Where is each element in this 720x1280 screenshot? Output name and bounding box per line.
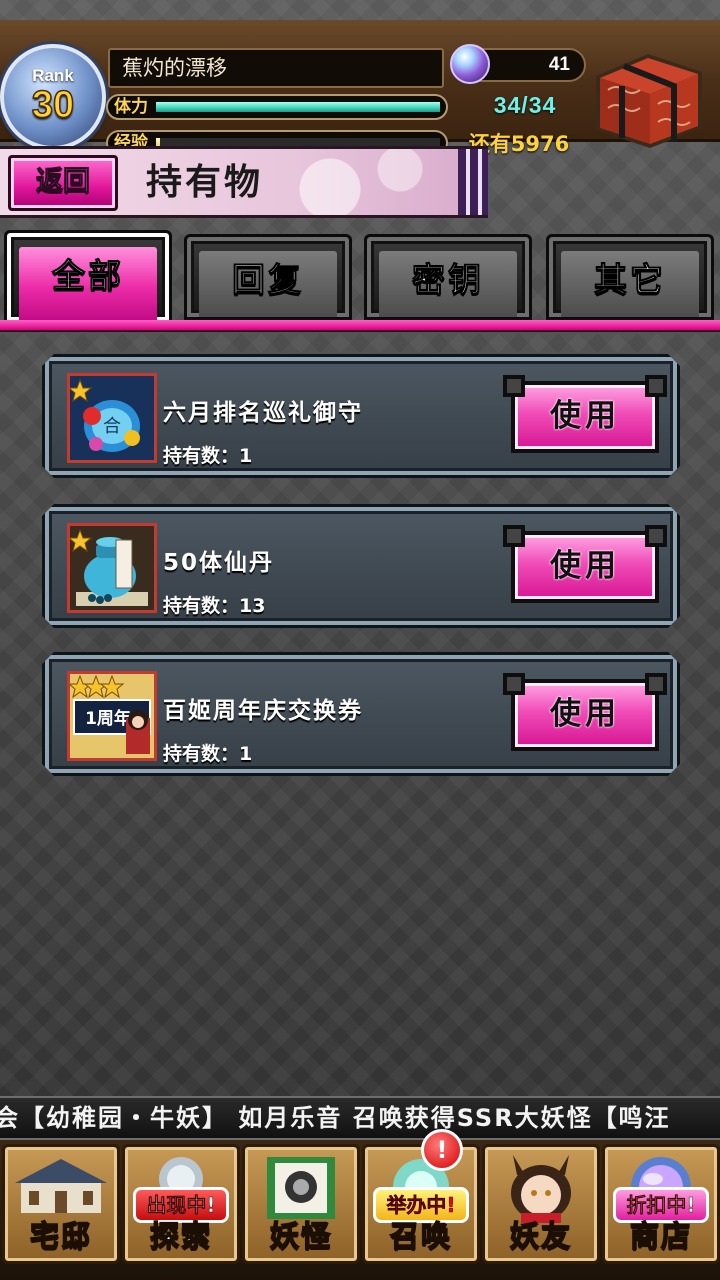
nav-summon[interactable]: 举办中! ! 召唤 (362, 1129, 480, 1264)
rank-value: 30 (31, 83, 75, 127)
item-chest-icon[interactable] (586, 42, 710, 152)
nav-label: 召唤 (389, 1218, 452, 1254)
tab-recovery[interactable]: 回复 (184, 234, 352, 320)
stamina-bar: 体力 (106, 94, 448, 120)
item-count: 持有数：13 (163, 595, 266, 617)
list-item: 1周年 百姬周年庆交换券 持有数：1 使用 (42, 652, 680, 776)
orb-count: 41 (548, 54, 570, 75)
banner-stripe (458, 149, 488, 215)
rank-label: Rank (32, 66, 74, 85)
item-name: 百姬周年庆交换券 (163, 698, 363, 724)
tab-label: 密钥 (412, 260, 484, 300)
item-count: 持有数：1 (163, 743, 253, 765)
title-banner: 返回 持有物 (0, 146, 488, 218)
nav-shop[interactable]: 折扣中! 商店 (602, 1144, 720, 1264)
rank-badge[interactable]: Rank 30 (0, 44, 106, 150)
nav-label: 探索 (149, 1218, 212, 1254)
page-title: 持有物 (146, 162, 264, 203)
nav-mansion[interactable]: 宅邸 (2, 1144, 120, 1264)
tab-label: 其它 (594, 260, 666, 300)
spirit-orb-counter[interactable]: 41 (450, 44, 586, 84)
elixir-jar-icon (67, 523, 157, 613)
nav-explore[interactable]: 出现中! 探索 (122, 1144, 240, 1264)
svg-text:合: 合 (103, 416, 121, 437)
nav-label: 商店 (629, 1218, 692, 1254)
stamina-fill (156, 102, 440, 112)
nav-youkai[interactable]: 妖怪 (242, 1144, 360, 1264)
tab-all[interactable]: 全部 (4, 230, 172, 324)
tab-label: 全部 (52, 256, 124, 296)
item-count: 持有数：1 (163, 445, 253, 467)
use-button[interactable]: 使用 (511, 381, 659, 453)
stamina-label: 体力 (114, 97, 148, 117)
list-item: 合 六月排名巡礼御守 持有数：1 使用 (42, 354, 680, 478)
spirit-orb-icon (450, 44, 490, 84)
status-header: Rank 30 蕉灼的漂移 体力 经验 41 34/34 还有5976 (0, 20, 720, 156)
tabs-underline (0, 320, 720, 332)
back-button[interactable]: 返回 (8, 155, 118, 211)
nav-label: 妖友 (509, 1218, 572, 1254)
tab-keys[interactable]: 密钥 (364, 234, 532, 320)
alert-icon: ! (421, 1129, 463, 1171)
item-name: 50体仙丹 (163, 550, 275, 576)
tab-other[interactable]: 其它 (546, 234, 714, 320)
use-button[interactable]: 使用 (511, 679, 659, 751)
amulet-icon: 合 (67, 373, 157, 463)
category-tabs: 全部 回复 密钥 其它 (0, 230, 720, 332)
item-name: 六月排名巡礼御守 (163, 400, 363, 426)
ticker-text: 会【幼稚园・牛妖】 如月乐音 召唤获得SSR大妖怪【鸣汪 (0, 1104, 671, 1132)
anniversary-ticket-icon: 1周年 (67, 671, 157, 761)
nav-friends[interactable]: 妖友 (482, 1144, 600, 1264)
news-ticker: 会【幼稚园・牛妖】 如月乐音 召唤获得SSR大妖怪【鸣汪 (0, 1096, 720, 1140)
player-name: 蕉灼的漂移 (108, 48, 444, 88)
stamina-value: 34/34 (493, 92, 557, 118)
use-button[interactable]: 使用 (511, 531, 659, 603)
list-item: 50体仙丹 持有数：13 使用 (42, 504, 680, 628)
svg-text:1周年: 1周年 (85, 708, 131, 729)
tab-label: 回复 (232, 260, 304, 300)
bottom-nav: 宅邸 出现中! 探索 妖怪 举办中! ! 召唤 妖友 折扣中! 商店 (0, 1129, 720, 1280)
nav-label: 妖怪 (269, 1218, 332, 1254)
nav-label: 宅邸 (29, 1218, 92, 1254)
